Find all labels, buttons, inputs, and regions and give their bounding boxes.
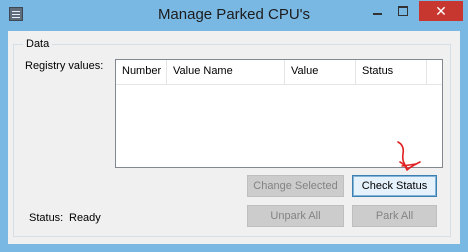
column-header-value[interactable]: Value [285, 60, 356, 84]
list-header: Number Value Name Value Status [116, 60, 442, 85]
change-selected-button[interactable]: Change Selected [247, 175, 344, 197]
client-area: Data Registry values: Number Value Name … [8, 31, 460, 244]
maximize-button[interactable] [390, 1, 416, 21]
status-value: Ready [69, 212, 101, 224]
status-label: Status: [29, 212, 64, 224]
title-bar[interactable]: Manage Parked CPU's ✕ [0, 0, 468, 31]
registry-values-label: Registry values: [25, 60, 104, 72]
check-status-button[interactable]: Check Status [352, 175, 437, 197]
app-window: Manage Parked CPU's ✕ Data Registry valu… [0, 0, 468, 252]
park-all-button[interactable]: Park All [352, 205, 437, 227]
minimize-button[interactable] [364, 1, 390, 21]
close-icon: ✕ [435, 2, 447, 19]
close-button[interactable]: ✕ [419, 1, 463, 21]
unpark-all-button[interactable]: Unpark All [247, 205, 344, 227]
red-arrow-annotation [397, 141, 421, 171]
groupbox-legend: Data [23, 38, 53, 50]
column-header-number[interactable]: Number [116, 60, 167, 84]
column-header-status[interactable]: Status [356, 60, 427, 84]
column-header-value-name[interactable]: Value Name [167, 60, 285, 84]
